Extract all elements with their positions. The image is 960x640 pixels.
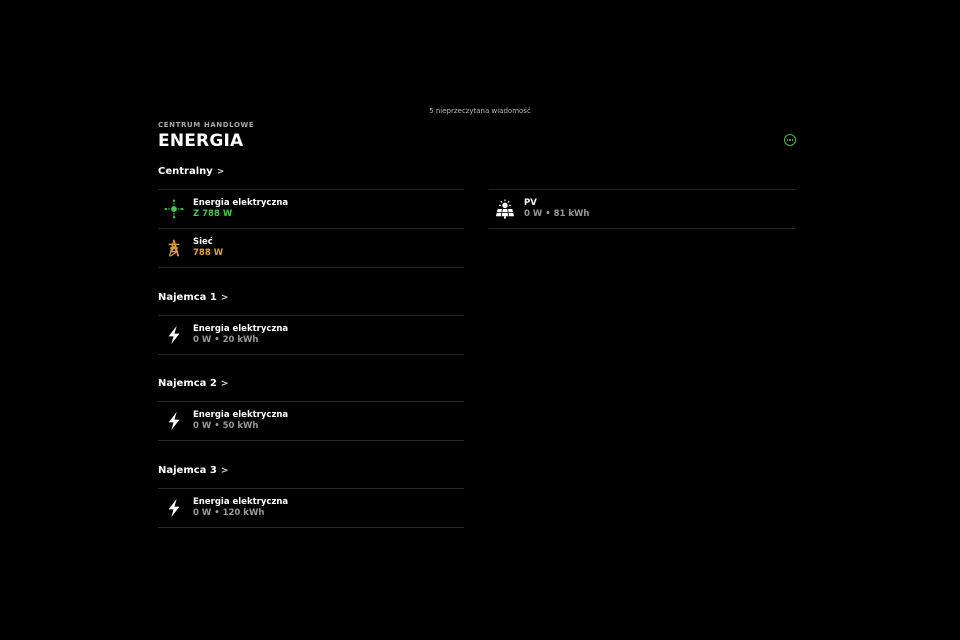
power-tower-icon <box>164 237 184 259</box>
row-name: Sieć <box>193 237 213 247</box>
section-title-najemca-1[interactable]: Najemca 1 > <box>158 292 228 303</box>
lightning-icon <box>164 410 184 432</box>
dot-icon <box>791 139 794 141</box>
section-title-najemca-2[interactable]: Najemca 2 > <box>158 378 228 389</box>
row-value: Z 788 W <box>193 209 233 219</box>
chevron-right-icon: > <box>220 293 229 303</box>
section-title-label: Najemca 3 <box>158 465 217 476</box>
chevron-right-icon: > <box>216 167 225 177</box>
row-name: PV <box>524 198 537 208</box>
list-item-pv[interactable]: PV 0 W • 81 kWh <box>489 189 795 229</box>
energy-flow-icon <box>164 198 184 220</box>
section-title-label: Najemca 1 <box>158 292 217 303</box>
row-name: Energia elektryczna <box>193 198 289 208</box>
list-item-siec[interactable]: Sieć 788 W <box>158 228 464 268</box>
row-value: 0 W • 20 kWh <box>193 335 259 345</box>
section-title-label: Centralny <box>158 166 213 177</box>
page-subtitle: CENTRUM HANDLOWE <box>158 121 255 129</box>
section-title-label: Najemca 2 <box>158 378 217 389</box>
centralny-list-right: PV 0 W • 81 kWh <box>489 189 795 229</box>
najemca-3-list: Energia elektryczna 0 W • 120 kWh <box>158 488 464 528</box>
row-value: 788 W <box>193 248 224 258</box>
unread-messages-notice[interactable]: 5 nieprzeczytana wiadomość <box>0 107 960 115</box>
lightning-icon <box>164 324 184 346</box>
list-item-energia-elektryczna[interactable]: Energia elektryczna 0 W • 20 kWh <box>158 315 464 355</box>
list-item-energia-elektryczna[interactable]: Energia elektryczna 0 W • 120 kWh <box>158 488 464 528</box>
najemca-2-list: Energia elektryczna 0 W • 50 kWh <box>158 401 464 441</box>
row-name: Energia elektryczna <box>193 324 289 334</box>
page-title: ENERGIA <box>158 131 244 151</box>
lightning-icon <box>164 497 184 519</box>
chevron-right-icon: > <box>220 466 229 476</box>
more-options-button[interactable] <box>784 134 796 146</box>
centralny-list: Energia elektryczna Z 788 W Sieć 788 W <box>158 189 464 268</box>
section-title-centralny[interactable]: Centralny > <box>158 166 224 177</box>
list-item-energia-elektryczna[interactable]: Energia elektryczna Z 788 W <box>158 189 464 228</box>
solar-panel-icon <box>495 198 515 220</box>
row-name: Energia elektryczna <box>193 410 289 420</box>
row-value: 0 W • 81 kWh <box>524 209 590 219</box>
chevron-right-icon: > <box>220 379 229 389</box>
section-title-najemca-3[interactable]: Najemca 3 > <box>158 465 228 476</box>
list-item-energia-elektryczna[interactable]: Energia elektryczna 0 W • 50 kWh <box>158 401 464 441</box>
dot-icon <box>786 139 789 141</box>
najemca-1-list: Energia elektryczna 0 W • 20 kWh <box>158 315 464 355</box>
dot-icon <box>789 139 791 141</box>
row-value: 0 W • 120 kWh <box>193 508 265 518</box>
row-value: 0 W • 50 kWh <box>193 421 259 431</box>
row-name: Energia elektryczna <box>193 497 289 507</box>
